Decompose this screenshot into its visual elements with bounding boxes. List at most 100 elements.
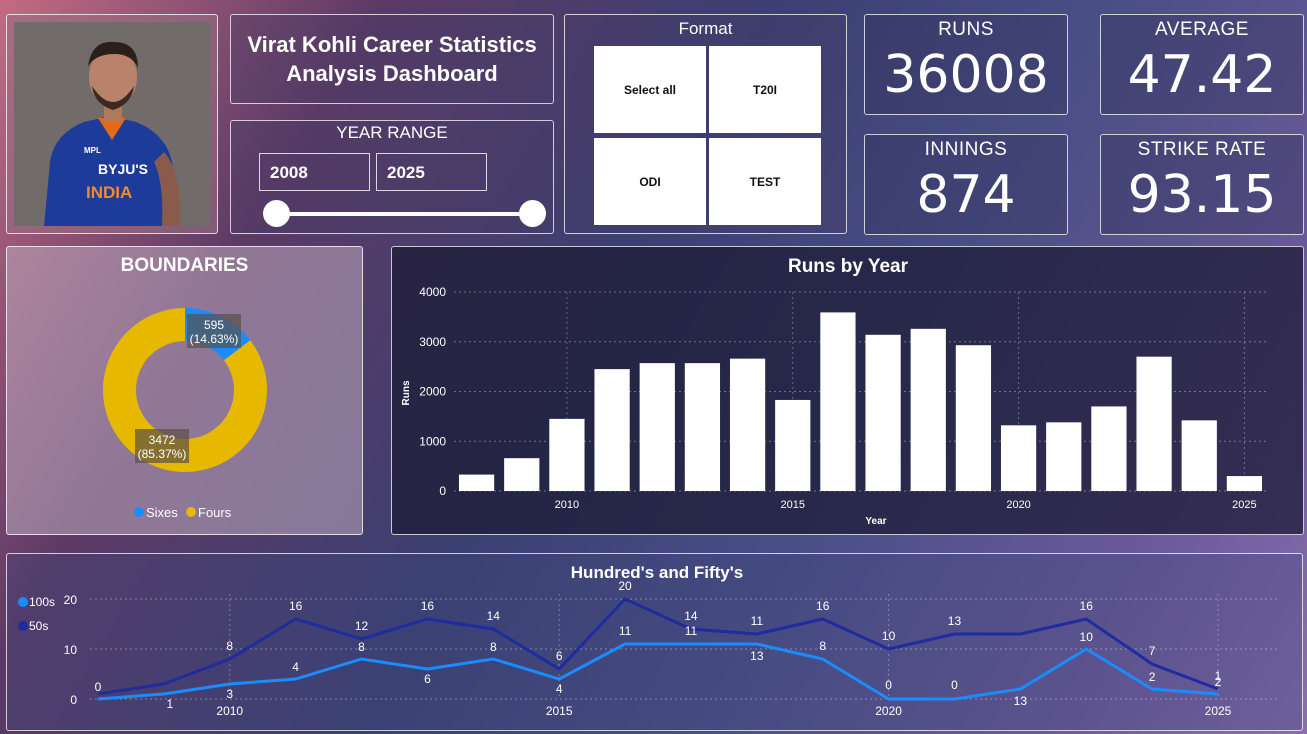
x-axis-title: Year (865, 516, 886, 527)
legend-marker-50s (18, 621, 28, 631)
hundreds-fifties-panel: Hundred's and Fifty's 0 10 20 2010 2015 2020 20… (6, 553, 1303, 731)
donut-value-label-sixes: 595 (204, 318, 224, 332)
data-label-100s: 4 (556, 682, 563, 696)
data-label-100s: 13 (1014, 694, 1028, 708)
data-label-100s: 10 (1080, 630, 1094, 644)
bar-2011 (594, 369, 630, 491)
data-label-50s: 20 (618, 579, 632, 593)
data-label-50s: 12 (355, 619, 369, 633)
bar-2023 (1136, 356, 1172, 491)
y-tick-label: 3000 (419, 335, 446, 349)
y-tick-label: 20 (64, 593, 78, 607)
legend-marker-100s (18, 597, 28, 607)
data-label-100s: 1 (167, 697, 174, 711)
runs-label: RUNS (938, 19, 994, 40)
format-label: Format (678, 19, 733, 38)
y-tick-label: 2000 (419, 385, 446, 399)
data-label-50s: 16 (421, 599, 435, 613)
data-label-50s: 16 (1080, 599, 1094, 613)
format-slicer: Format Select all T20I ODI TEST (564, 14, 847, 234)
data-label-100s: 8 (490, 640, 497, 654)
x-tick-label: 2025 (1205, 704, 1232, 718)
year-range-slicer: YEAR RANGE 2008 2025 (230, 120, 554, 234)
format-odi-button[interactable]: ODI (594, 138, 706, 225)
data-label-50s: 16 (816, 599, 830, 613)
data-label-50s: 10 (882, 629, 896, 643)
boundaries-donut-chart: 595(14.63%) 3472(85.37%) Sixes Fours (102, 308, 267, 520)
format-select-all-button[interactable]: Select all (594, 46, 706, 133)
data-label-100s: 0 (951, 678, 958, 692)
bar-2010 (549, 418, 585, 491)
data-label-50s: 6 (556, 649, 563, 663)
legend-label-fours: Fours (198, 505, 232, 520)
data-label-100s: 2 (1215, 675, 1222, 689)
bar-2018 (910, 328, 946, 491)
legend-label-50s: 50s (29, 619, 48, 633)
legend-marker-sixes (134, 507, 144, 517)
shirt-team-text: INDIA (86, 183, 132, 202)
innings-card: INNINGS 874 (864, 134, 1068, 235)
x-tick-label: 2020 (1006, 499, 1030, 511)
year-slider-start-handle[interactable] (263, 200, 290, 227)
y-tick-label: 1000 (419, 434, 446, 448)
year-end-input[interactable]: 2025 (376, 153, 487, 191)
x-tick-label: 2010 (555, 499, 579, 511)
bar-2016 (820, 312, 856, 491)
bar-2008 (458, 474, 495, 491)
runs-by-year-chart: Runs by Year 0 1000 2000 3000 4000 2010 2015 202… (401, 256, 1267, 527)
year-slider-end-handle[interactable] (519, 200, 546, 227)
runs-card: RUNS 36008 (864, 14, 1068, 115)
x-tick-label: 2025 (1232, 499, 1256, 511)
bar-2015 (775, 399, 811, 491)
data-label-50s: 14 (684, 609, 698, 623)
data-label-100s: 0 (885, 678, 892, 692)
data-label-100s: 13 (750, 649, 764, 663)
strike-rate-label: STRIKE RATE (1137, 139, 1267, 160)
year-slider-track[interactable] (277, 212, 533, 216)
donut-pct-label-fours: (85.37%) (138, 447, 187, 461)
dashboard-title-panel: Virat Kohli Career Statistics Analysis D… (230, 14, 554, 104)
format-test-button[interactable]: TEST (709, 138, 821, 225)
data-label-50s: 8 (226, 639, 233, 653)
data-label-50s: 14 (487, 609, 501, 623)
runs-value: 36008 (883, 45, 1049, 105)
donut-pct-label-sixes: (14.63%) (190, 332, 239, 346)
data-label-100s: 11 (619, 624, 632, 638)
innings-label: INNINGS (924, 139, 1008, 160)
data-label-100s: 8 (819, 639, 826, 653)
data-label-100s: 3 (226, 687, 233, 701)
strike-rate-card: STRIKE RATE 93.15 (1100, 134, 1304, 235)
x-tick-label: 2015 (546, 704, 573, 718)
legend-label-sixes: Sixes (146, 505, 178, 520)
format-t20i-button[interactable]: T20I (709, 46, 821, 133)
data-label-50s: 16 (289, 599, 303, 613)
data-label-100s: 4 (292, 660, 299, 674)
runs-by-year-panel: Runs by Year 0 1000 2000 3000 4000 2010 2015 202… (391, 246, 1304, 535)
dashboard-title: Virat Kohli Career Statistics Analysis D… (247, 30, 536, 88)
y-tick-label: 4000 (419, 285, 446, 299)
legend-marker-fours (186, 507, 196, 517)
bar-2017 (865, 334, 901, 491)
data-label-100s: 2 (1149, 670, 1156, 684)
bar-2025 (1226, 476, 1263, 491)
bar-2013 (684, 363, 721, 491)
bar-2021 (1046, 422, 1082, 491)
shirt-logo-text: MPL (84, 146, 101, 155)
data-label-100s: 6 (424, 672, 431, 686)
year-range-label: YEAR RANGE (336, 123, 448, 142)
player-photo-panel: BYJU'S INDIA MPL (6, 14, 218, 234)
average-card: AVERAGE 47.42 (1100, 14, 1304, 115)
year-start-input[interactable]: 2008 (259, 153, 370, 191)
y-tick-label: 0 (70, 693, 77, 707)
hundreds-fifties-chart: Hundred's and Fifty's010202010 2015 2020 20… (18, 563, 1278, 718)
average-value: 47.42 (1127, 45, 1277, 105)
donut-value-label-fours: 3472 (149, 433, 176, 447)
player-photo: BYJU'S INDIA MPL (14, 22, 210, 226)
average-label: AVERAGE (1155, 19, 1249, 40)
data-label-50s: 7 (1149, 644, 1156, 658)
y-tick-label: 0 (439, 484, 446, 498)
data-label-100s: 0 (95, 680, 102, 694)
boundaries-chart-panel: BOUNDARIES 595 (14.63%) 3472 (85.37%) Sixes F… (6, 246, 363, 535)
bar-2009 (504, 458, 540, 491)
line-100s (97, 642, 1219, 701)
